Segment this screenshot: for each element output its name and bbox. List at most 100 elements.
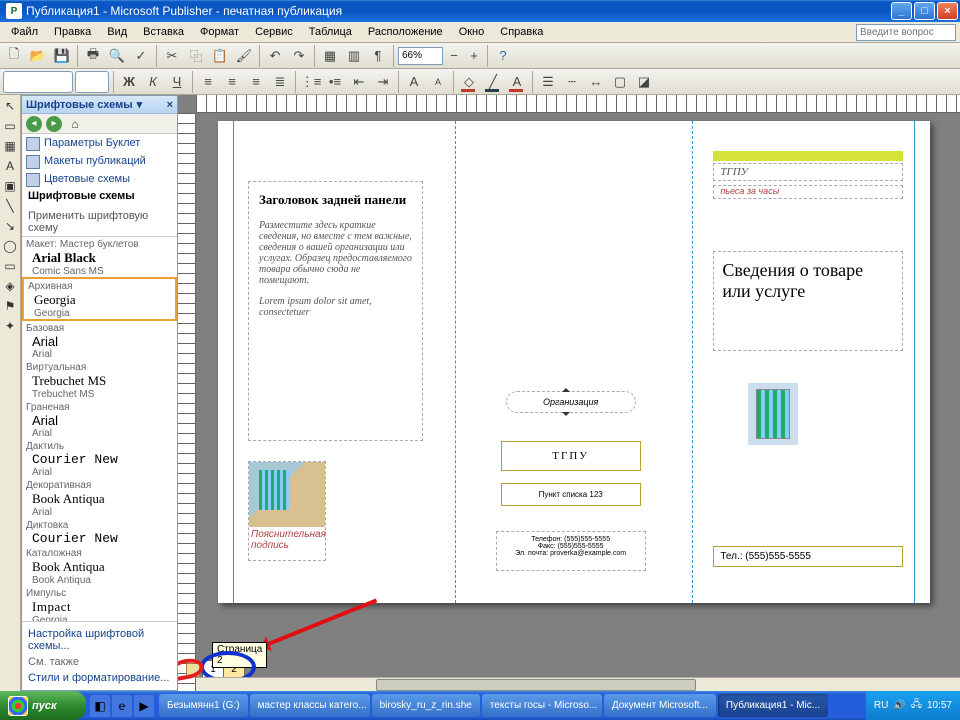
font-color[interactable]: A bbox=[506, 71, 528, 93]
tray-icon-vol[interactable]: 🔊 bbox=[893, 700, 905, 711]
back-image[interactable] bbox=[249, 462, 325, 527]
menu-вид[interactable]: Вид bbox=[100, 24, 134, 40]
tp-link[interactable]: Параметры Буклет bbox=[22, 134, 177, 152]
help-search[interactable] bbox=[856, 24, 956, 41]
align-center[interactable]: ≡ bbox=[221, 71, 243, 93]
nav-home[interactable]: ⌂ bbox=[66, 115, 84, 133]
bookmark-tool[interactable]: ⚑ bbox=[1, 297, 19, 315]
fill-color[interactable]: ◇ bbox=[458, 71, 480, 93]
paste-button[interactable]: 📋 bbox=[209, 45, 231, 67]
zoom-combo[interactable]: 66% bbox=[398, 47, 443, 65]
align-justify[interactable]: ≣ bbox=[269, 71, 291, 93]
font-scheme-item[interactable]: ГраненаяArialArial bbox=[22, 400, 177, 439]
nav-forward[interactable]: ▸ bbox=[46, 116, 62, 132]
tp-link[interactable]: Цветовые схемы bbox=[22, 170, 177, 188]
shapes-tool[interactable]: ◈ bbox=[1, 277, 19, 295]
line-tool[interactable]: ╲ bbox=[1, 197, 19, 215]
image-caption[interactable]: Пояснительная подпись bbox=[249, 527, 325, 553]
font-shrink[interactable]: A bbox=[427, 71, 449, 93]
taskpane-close[interactable]: × bbox=[167, 99, 173, 111]
font-scheme-item[interactable]: КаталожнаяBook AntiquaBook Antiqua bbox=[22, 546, 177, 586]
open-button[interactable]: 📂 bbox=[27, 45, 49, 67]
new-button[interactable]: 🗋 bbox=[3, 45, 25, 67]
front-tag[interactable]: ТГПУ bbox=[713, 163, 903, 181]
taskbar-button[interactable]: мастер классы катего... bbox=[250, 694, 370, 717]
format-painter[interactable]: 🖌 bbox=[233, 45, 255, 67]
maximize-button[interactable]: □ bbox=[914, 2, 935, 20]
3d-button[interactable]: ◪ bbox=[633, 71, 655, 93]
bring-front[interactable]: ▦ bbox=[319, 45, 341, 67]
bold-button[interactable]: Ж bbox=[118, 71, 140, 93]
tp-link[interactable]: Макеты публикаций bbox=[22, 152, 177, 170]
taskbar-button[interactable]: Документ Microsoft... bbox=[604, 694, 716, 717]
menu-сервис[interactable]: Сервис bbox=[248, 24, 300, 40]
redo-button[interactable]: ↷ bbox=[288, 45, 310, 67]
org-name-box[interactable]: ТГПУ bbox=[501, 441, 641, 471]
menu-расположение[interactable]: Расположение bbox=[361, 24, 450, 40]
menu-правка[interactable]: Правка bbox=[47, 24, 98, 40]
pointer-tool[interactable]: ↖ bbox=[1, 97, 19, 115]
taskbar-button[interactable]: Безымянн1 (G:) bbox=[159, 694, 248, 717]
tp-footer-link[interactable]: См. также bbox=[28, 654, 171, 670]
increase-indent[interactable]: ⇥ bbox=[372, 71, 394, 93]
font-size[interactable] bbox=[75, 71, 109, 93]
close-button[interactable]: × bbox=[937, 2, 958, 20]
system-tray[interactable]: RU 🔊 🖧 10:57 bbox=[866, 691, 960, 720]
ql-player[interactable]: ▶ bbox=[134, 695, 154, 717]
wordart-tool[interactable]: A bbox=[1, 157, 19, 175]
font-scheme-item[interactable]: ВиртуальнаяTrebuchet MSTrebuchet MS bbox=[22, 360, 177, 400]
align-left[interactable]: ≡ bbox=[197, 71, 219, 93]
align-right[interactable]: ≡ bbox=[245, 71, 267, 93]
middle-panel[interactable]: Организация ТГПУ Пункт списка 123 Телефо… bbox=[456, 121, 694, 603]
front-subtag[interactable]: пьеса за часы bbox=[713, 185, 903, 199]
menu-окно[interactable]: Окно bbox=[452, 24, 492, 40]
font-scheme-item[interactable]: БазоваяArialArial bbox=[22, 321, 177, 360]
nav-back[interactable]: ◂ bbox=[26, 116, 42, 132]
org-oval[interactable]: Организация bbox=[506, 391, 636, 413]
design-tool[interactable]: ✦ bbox=[1, 317, 19, 335]
table-tool[interactable]: ▦ bbox=[1, 137, 19, 155]
cut-button[interactable]: ✂ bbox=[161, 45, 183, 67]
help-button[interactable]: ? bbox=[492, 45, 514, 67]
tray-lang[interactable]: RU bbox=[874, 700, 888, 711]
line-style[interactable]: ☰ bbox=[537, 71, 559, 93]
zoom-in[interactable]: + bbox=[465, 45, 483, 67]
numbering[interactable]: ⋮≡ bbox=[300, 71, 322, 93]
front-panel[interactable]: ТГПУ пьеса за часы Сведения о товаре или… bbox=[693, 121, 930, 603]
page-master-icon[interactable] bbox=[186, 663, 200, 677]
undo-button[interactable]: ↶ bbox=[264, 45, 286, 67]
scrollbar-horizontal[interactable] bbox=[196, 677, 960, 691]
menu-формат[interactable]: Формат bbox=[193, 24, 246, 40]
copy-button[interactable]: ⿻ bbox=[185, 45, 207, 67]
menu-таблица[interactable]: Таблица bbox=[302, 24, 359, 40]
print-button[interactable]: 🖶 bbox=[82, 45, 104, 67]
back-body1[interactable]: Разместите здесь краткие сведения, но вм… bbox=[259, 220, 412, 286]
taskbar-button[interactable]: тексты госы - Microso... bbox=[482, 694, 602, 717]
phone-box[interactable]: Тел.: (555)555-5555 bbox=[713, 546, 903, 567]
zoom-out[interactable]: − bbox=[445, 45, 463, 67]
font-scheme-item[interactable]: ДактильCourier NewArial bbox=[22, 439, 177, 478]
publication-page[interactable]: Заголовок задней панели Разместите здесь… bbox=[218, 121, 930, 603]
address-box[interactable]: Пункт списка 123 bbox=[501, 483, 641, 506]
font-scheme-item[interactable]: Макет: Мастер буклетовArial BlackComic S… bbox=[22, 237, 177, 277]
tray-clock[interactable]: 10:57 bbox=[927, 700, 952, 711]
columns-button[interactable]: ▥ bbox=[343, 45, 365, 67]
taskpane-dropdown[interactable]: ▾ bbox=[137, 98, 143, 111]
decrease-indent[interactable]: ⇤ bbox=[348, 71, 370, 93]
italic-button[interactable]: К bbox=[142, 71, 164, 93]
tp-footer-link[interactable]: Настройка шрифтовой схемы... bbox=[28, 626, 171, 654]
special-chars[interactable]: ¶ bbox=[367, 45, 389, 67]
dash-style[interactable]: ┄ bbox=[561, 71, 583, 93]
canvas[interactable]: Заголовок задней панели Разместите здесь… bbox=[178, 95, 960, 691]
underline-button[interactable]: Ч bbox=[166, 71, 188, 93]
font-scheme-item[interactable]: ИмпульсImpactGeorgia bbox=[22, 586, 177, 621]
line-color[interactable]: ╱ bbox=[482, 71, 504, 93]
tp-bold-link[interactable]: Шрифтовые схемы bbox=[22, 188, 177, 206]
taskbar-button[interactable]: birosky_ru_z_rin.she bbox=[372, 694, 480, 717]
arrow-tool[interactable]: ↘ bbox=[1, 217, 19, 235]
textbox-tool[interactable]: ▭ bbox=[1, 117, 19, 135]
save-button[interactable]: 💾 bbox=[51, 45, 73, 67]
font-grow[interactable]: A bbox=[403, 71, 425, 93]
minimize-button[interactable]: _ bbox=[891, 2, 912, 20]
rect-tool[interactable]: ▭ bbox=[1, 257, 19, 275]
